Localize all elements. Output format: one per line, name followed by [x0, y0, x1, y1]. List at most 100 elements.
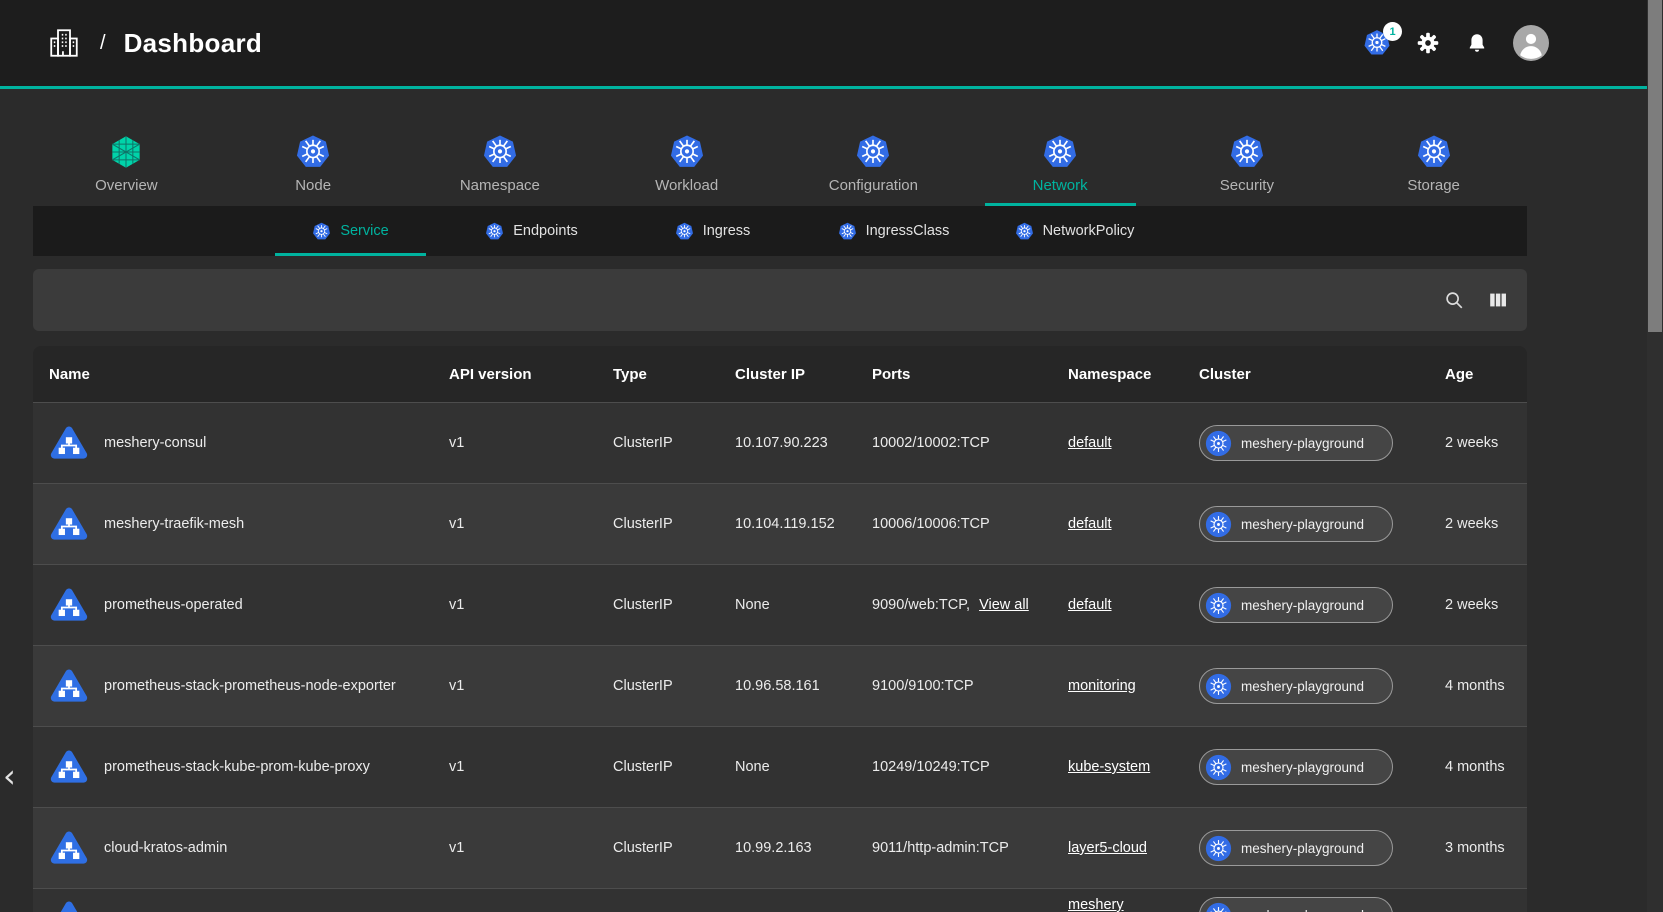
cluster-ip-cell: 10.96.58.161 [719, 646, 856, 726]
services-table: NameAPI versionTypeCluster IPPortsNamesp… [33, 346, 1527, 912]
service-name: meshery-consul [104, 435, 206, 451]
network-subtabs: Service Endpoints Ingress IngressClass N… [33, 206, 1527, 256]
table-row[interactable]: meshery-consul v1 ClusterIP 10.107.90.22… [33, 402, 1527, 483]
cluster-cell: meshery-playground [1183, 808, 1429, 888]
tab-node[interactable]: Node [220, 130, 407, 206]
app-header: / Dashboard 1 [0, 0, 1663, 89]
cluster-ip-cell: 10.104.119.152 [719, 484, 856, 564]
cluster-name: meshery-playground [1241, 598, 1364, 613]
cluster-chip[interactable]: meshery-playground [1199, 668, 1393, 704]
type-cell [597, 889, 719, 912]
tab-overview[interactable]: Overview [33, 130, 220, 206]
type-cell: ClusterIP [597, 727, 719, 807]
subtab-networkpolicy[interactable]: NetworkPolicy [984, 206, 1165, 256]
kubernetes-icon [1229, 134, 1265, 170]
namespace-cell: meshery [1052, 889, 1183, 912]
age-cell: 2 weeks [1429, 484, 1527, 564]
cluster-name: meshery-playground [1241, 436, 1364, 451]
cluster-ip-cell: None [719, 565, 856, 645]
namespace-link[interactable]: default [1068, 516, 1112, 532]
cluster-cell: meshery-playground [1183, 727, 1429, 807]
cluster-chip[interactable]: meshery-playground [1199, 425, 1393, 461]
kubernetes-icon [485, 222, 504, 241]
service-name: meshery-traefik-mesh [104, 516, 244, 532]
person-icon [1513, 25, 1549, 61]
namespace-cell: kube-system [1052, 727, 1183, 807]
type-cell: ClusterIP [597, 484, 719, 564]
cluster-connection-button[interactable]: 1 [1363, 29, 1391, 57]
view-all-link[interactable]: View all [979, 597, 1029, 613]
type-cell: ClusterIP [597, 646, 719, 726]
kubernetes-icon [1205, 430, 1232, 457]
tab-workload[interactable]: Workload [593, 130, 780, 206]
table-row[interactable]: cloud-kratos-admin v1 ClusterIP 10.99.2.… [33, 807, 1527, 888]
tab-security[interactable]: Security [1154, 130, 1341, 206]
header-actions: 1 [1363, 25, 1549, 61]
table-row[interactable]: prometheus-stack-kube-prom-kube-proxy v1… [33, 726, 1527, 807]
service-icon [47, 746, 91, 788]
vertical-scrollbar [1647, 0, 1663, 912]
cluster-ip-cell: 10.107.90.223 [719, 403, 856, 483]
age-cell [1429, 889, 1527, 912]
user-avatar[interactable] [1513, 25, 1549, 61]
ports-cell: 10249/10249:TCP [856, 727, 1052, 807]
api-version-cell: v1 [433, 565, 597, 645]
cluster-ip-cell: 10.99.2.163 [719, 808, 856, 888]
search-button[interactable] [1443, 289, 1465, 311]
namespace-link[interactable]: default [1068, 435, 1112, 451]
type-cell: ClusterIP [597, 808, 719, 888]
table-row[interactable]: prometheus-operated v1 ClusterIP None 90… [33, 564, 1527, 645]
kubernetes-icon [1205, 902, 1232, 912]
cluster-cell: meshery-playground [1183, 403, 1429, 483]
ports-cell: 9090/web:TCP, View all [856, 565, 1052, 645]
cluster-ip-cell [719, 889, 856, 912]
view-columns-button[interactable] [1487, 289, 1509, 311]
cluster-chip[interactable]: meshery-playground [1199, 506, 1393, 542]
ports-cell: 9100/9100:TCP [856, 646, 1052, 726]
table-row[interactable]: meshery meshery-playground [33, 888, 1527, 912]
ports-cell: 10006/10006:TCP [856, 484, 1052, 564]
cluster-chip[interactable]: meshery-playground [1199, 830, 1393, 866]
organization-building-icon[interactable] [46, 25, 82, 61]
cluster-chip[interactable]: meshery-playground [1199, 897, 1393, 912]
namespace-link[interactable]: meshery [1068, 897, 1124, 912]
service-name: prometheus-operated [104, 597, 243, 613]
table-row[interactable]: meshery-traefik-mesh v1 ClusterIP 10.104… [33, 483, 1527, 564]
service-icon [47, 827, 91, 869]
table-row[interactable]: prometheus-stack-prometheus-node-exporte… [33, 645, 1527, 726]
age-cell: 2 weeks [1429, 565, 1527, 645]
subtab-endpoints[interactable]: Endpoints [441, 206, 622, 256]
breadcrumb: / Dashboard [46, 25, 262, 61]
kubernetes-icon [1205, 835, 1232, 862]
kubernetes-icon [855, 134, 891, 170]
settings-button[interactable] [1415, 30, 1441, 56]
cluster-chip[interactable]: meshery-playground [1199, 749, 1393, 785]
namespace-link[interactable]: kube-system [1068, 759, 1150, 775]
age-cell: 2 weeks [1429, 403, 1527, 483]
notifications-button[interactable] [1465, 31, 1489, 55]
subtab-ingress[interactable]: Ingress [622, 206, 803, 256]
cluster-cell: meshery-playground [1183, 484, 1429, 564]
dashboard-content: Overview Node Namespace Workload Configu… [33, 130, 1527, 912]
scrollbar-thumb[interactable] [1648, 0, 1662, 332]
namespace-link[interactable]: default [1068, 597, 1112, 613]
tab-configuration[interactable]: Configuration [780, 130, 967, 206]
kubernetes-icon [838, 222, 857, 241]
api-version-cell: v1 [433, 646, 597, 726]
kubernetes-icon [675, 222, 694, 241]
namespace-link[interactable]: monitoring [1068, 678, 1136, 694]
tab-storage[interactable]: Storage [1340, 130, 1527, 206]
service-icon [47, 503, 91, 545]
subtab-service[interactable]: Service [260, 206, 441, 256]
subtab-ingressclass[interactable]: IngressClass [803, 206, 984, 256]
cluster-chip[interactable]: meshery-playground [1199, 587, 1393, 623]
table-body: meshery-consul v1 ClusterIP 10.107.90.22… [33, 402, 1527, 912]
ports-value: 9100/9100:TCP [872, 678, 974, 694]
ports-cell: 10002/10002:TCP [856, 403, 1052, 483]
tab-namespace[interactable]: Namespace [407, 130, 594, 206]
cluster-name: meshery-playground [1241, 841, 1364, 856]
service-icon [47, 665, 91, 707]
collapse-panel-chevron-icon[interactable]: ‹ [3, 760, 16, 792]
namespace-link[interactable]: layer5-cloud [1068, 840, 1147, 856]
tab-network[interactable]: Network [967, 130, 1154, 206]
